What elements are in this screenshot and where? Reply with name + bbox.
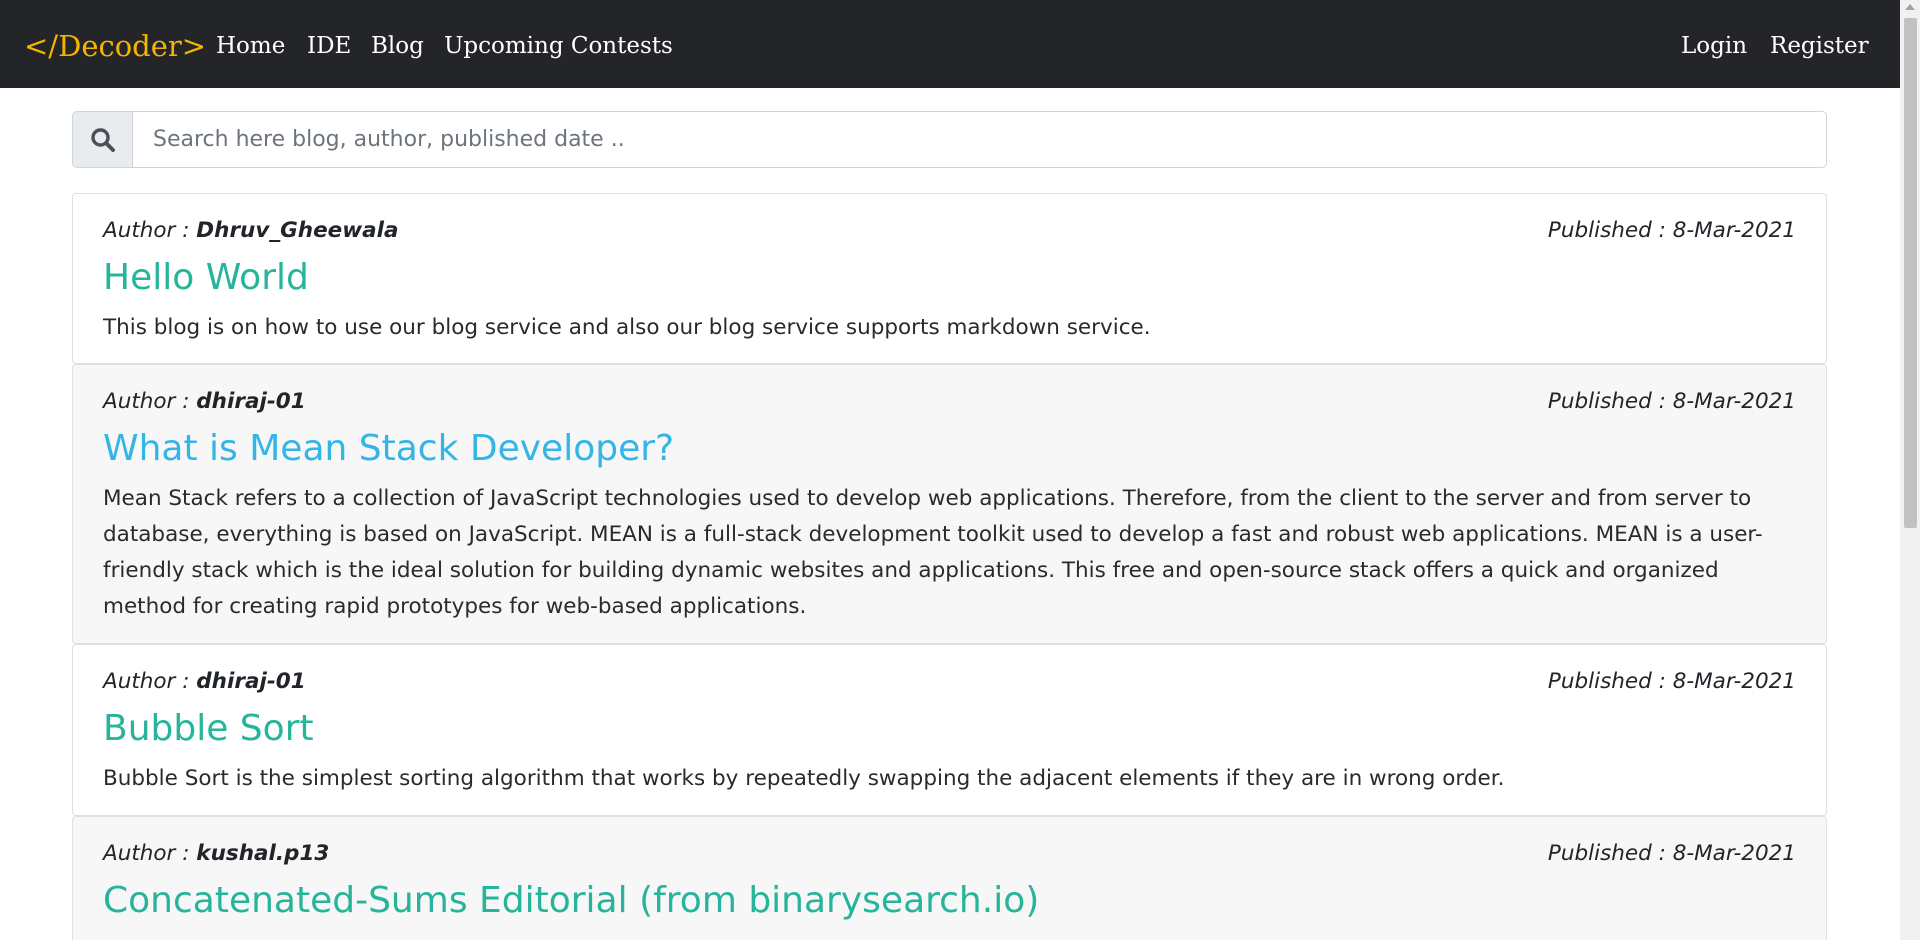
- author-label: Author :: [103, 841, 197, 866]
- post-meta: Author : Dhruv_Gheewala Published : 8-Ma…: [103, 218, 1796, 248]
- blog-post-card: Author : dhiraj-01 Published : 8-Mar-202…: [72, 364, 1827, 644]
- post-published-date: Published : 8-Mar-2021: [1547, 389, 1796, 414]
- post-title[interactable]: Bubble Sort: [103, 707, 314, 751]
- search-input[interactable]: [133, 111, 1827, 168]
- register-link[interactable]: Register: [1770, 30, 1869, 62]
- author-name[interactable]: kushal.p13: [196, 841, 329, 866]
- post-description: This blog is on how to use our blog serv…: [103, 315, 1151, 340]
- top-navbar: </Decoder> Home IDE Blog Upcoming Contes…: [0, 0, 1900, 88]
- post-meta: Author : kushal.p13 Published : 8-Mar-20…: [103, 841, 1796, 871]
- post-description: Mean Stack refers to a collection of Jav…: [103, 486, 1763, 619]
- post-title[interactable]: What is Mean Stack Developer?: [103, 427, 674, 471]
- blog-post-card: Author : dhiraj-01 Published : 8-Mar-202…: [72, 644, 1827, 816]
- scroll-thumb[interactable]: [1904, 18, 1917, 528]
- brand-logo[interactable]: </Decoder>: [24, 28, 206, 64]
- post-meta: Author : dhiraj-01 Published : 8-Mar-202…: [103, 669, 1796, 699]
- post-author: Author : dhiraj-01: [103, 389, 306, 414]
- page-scrollbar[interactable]: [1900, 0, 1920, 940]
- blog-post-card: Author : Dhruv_Gheewala Published : 8-Ma…: [72, 193, 1827, 364]
- post-meta: Author : dhiraj-01 Published : 8-Mar-202…: [103, 389, 1796, 419]
- post-author: Author : Dhruv_Gheewala: [103, 218, 399, 243]
- author-name[interactable]: dhiraj-01: [196, 669, 305, 694]
- nav-link-blog[interactable]: Blog: [371, 30, 424, 62]
- author-label: Author :: [103, 669, 197, 694]
- search-addon: [72, 111, 133, 168]
- scroll-up-arrow-icon[interactable]: [1905, 4, 1915, 10]
- author-label: Author :: [103, 218, 197, 243]
- nav-link-home[interactable]: Home: [216, 30, 285, 62]
- nav-link-ide[interactable]: IDE: [307, 30, 351, 62]
- post-published-date: Published : 8-Mar-2021: [1547, 669, 1796, 694]
- post-author: Author : kushal.p13: [103, 841, 329, 866]
- author-name[interactable]: dhiraj-01: [196, 389, 305, 414]
- post-title[interactable]: Hello World: [103, 256, 309, 300]
- login-link[interactable]: Login: [1681, 30, 1747, 62]
- author-name[interactable]: Dhruv_Gheewala: [196, 218, 398, 243]
- search-bar: [72, 111, 1827, 168]
- nav-link-upcoming-contests[interactable]: Upcoming Contests: [444, 30, 673, 62]
- blog-post-card: Author : kushal.p13 Published : 8-Mar-20…: [72, 816, 1827, 940]
- post-description: Bubble Sort is the simplest sorting algo…: [103, 766, 1505, 791]
- search-icon: [90, 127, 115, 152]
- post-author: Author : dhiraj-01: [103, 669, 306, 694]
- author-label: Author :: [103, 389, 197, 414]
- post-published-date: Published : 8-Mar-2021: [1547, 218, 1796, 243]
- post-published-date: Published : 8-Mar-2021: [1547, 841, 1796, 866]
- post-title[interactable]: Concatenated-Sums Editorial (from binary…: [103, 879, 1039, 923]
